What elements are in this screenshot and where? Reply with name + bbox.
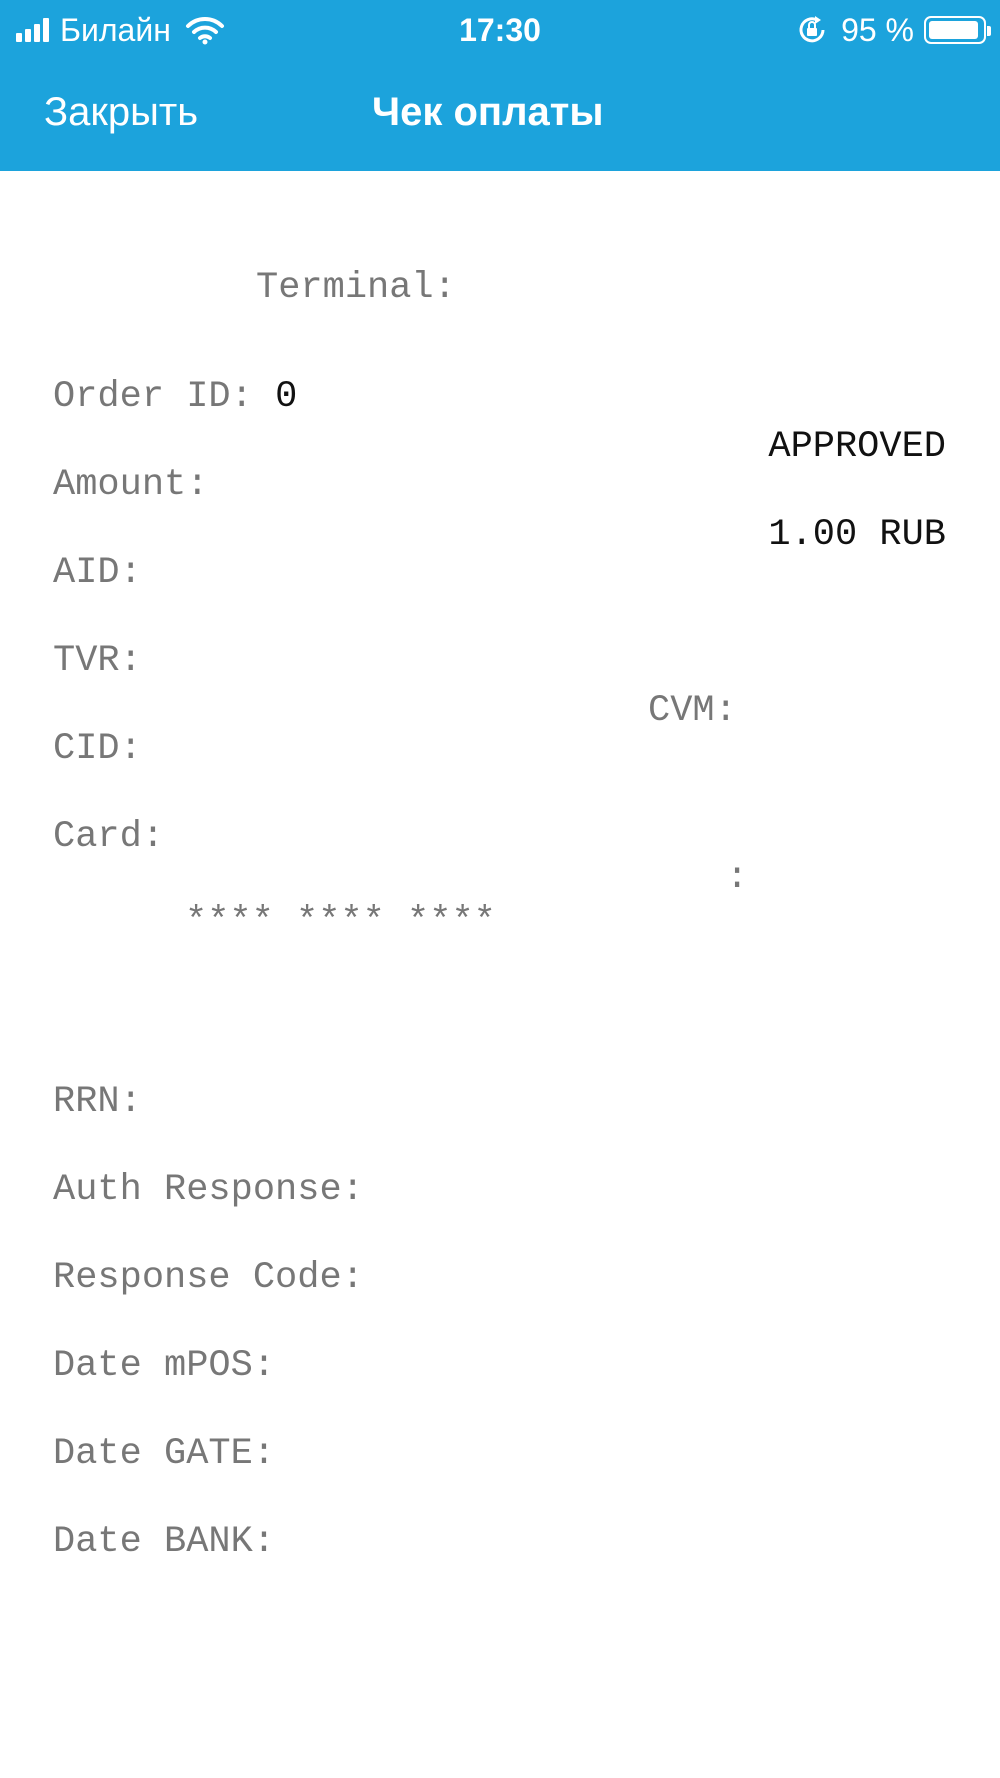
date-bank-label: Date BANK: bbox=[53, 1521, 276, 1563]
battery-icon bbox=[924, 16, 991, 44]
navigation-bar: Закрыть Чек оплаты bbox=[0, 58, 1000, 171]
card-number-row: **** **** **** : bbox=[0, 847, 1000, 943]
response-code-row: Response Code: bbox=[0, 1203, 1000, 1299]
amount-row: Amount: 1.00 RUB bbox=[0, 410, 1000, 556]
top-bar: Билайн 17:30 95 % Закрыть Чек оплаты bbox=[0, 0, 1000, 171]
date-mpos-row: Date mPOS: bbox=[0, 1291, 1000, 1387]
cid-row: CID: bbox=[0, 674, 1000, 770]
terminal-row: Terminal: bbox=[0, 213, 1000, 309]
card-number-mask: **** **** **** bbox=[185, 901, 496, 943]
status-bar: Билайн 17:30 95 % bbox=[0, 0, 1000, 58]
page-title: Чек оплаты bbox=[372, 90, 604, 134]
aid-row: AID: bbox=[0, 498, 1000, 594]
rrn-row: RRN: bbox=[0, 1027, 1000, 1123]
terminal-label: Terminal: bbox=[256, 267, 456, 309]
date-bank-row: Date BANK: bbox=[0, 1467, 1000, 1563]
card-expiry-separator: : bbox=[726, 857, 749, 899]
orientation-lock-icon bbox=[799, 16, 825, 43]
status-bar-right: 95 % bbox=[797, 10, 991, 50]
auth-response-row: Auth Response: bbox=[0, 1115, 1000, 1211]
battery-percent: 95 % bbox=[841, 12, 914, 48]
close-button[interactable]: Закрыть bbox=[44, 86, 198, 138]
order-id-row: Order ID: 0 APPROVED bbox=[0, 322, 1000, 468]
card-row: Card: bbox=[0, 762, 1000, 858]
tvr-row: TVR: CVM: bbox=[0, 586, 1000, 732]
battery-level bbox=[929, 21, 979, 39]
date-gate-row: Date GATE: bbox=[0, 1379, 1000, 1475]
